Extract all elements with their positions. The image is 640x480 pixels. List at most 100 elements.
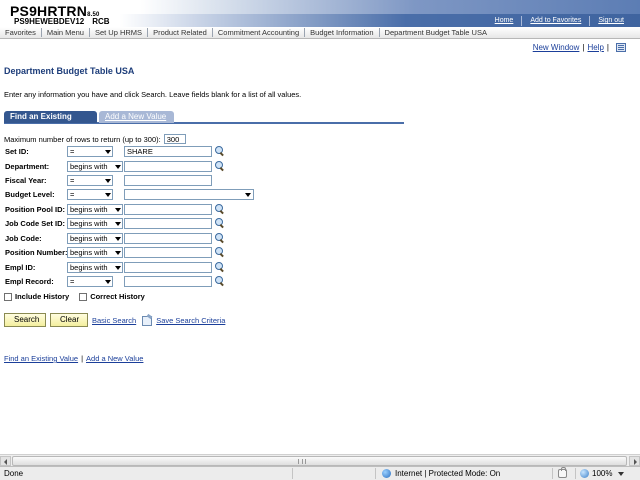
chevron-down-icon	[105, 193, 111, 197]
position-number-lookup-icon[interactable]	[215, 247, 225, 257]
field-row-department: Department: begins with	[4, 161, 274, 173]
chevron-down-icon	[618, 471, 625, 476]
home-link[interactable]: Home	[487, 16, 522, 26]
department-lookup-icon[interactable]	[215, 161, 225, 171]
sign-out-link[interactable]: Sign out	[589, 16, 632, 26]
department-operator-select[interactable]: begins with	[67, 161, 123, 172]
budget-level-operator-select[interactable]: =	[67, 189, 113, 200]
personalize-page-icon[interactable]	[616, 43, 626, 52]
field-row-position-number: Position Number: begins with	[4, 247, 274, 259]
clear-button[interactable]: Clear	[50, 313, 88, 327]
job-code-setid-label: Job Code Set ID:	[5, 219, 66, 228]
link-separator: |	[606, 43, 609, 52]
menu-department-budget-table[interactable]: Department Budget Table USA	[380, 28, 492, 37]
job-code-input[interactable]	[124, 233, 212, 244]
empl-id-operator-value: begins with	[70, 263, 108, 272]
position-pool-id-input[interactable]	[124, 204, 212, 215]
job-code-label: Job Code:	[5, 234, 42, 243]
department-input[interactable]	[124, 161, 212, 172]
search-button[interactable]: Search	[4, 313, 46, 327]
include-history-checkbox[interactable]	[4, 292, 12, 301]
fiscal-year-operator-select[interactable]: =	[67, 175, 113, 186]
include-history-option: Include History	[4, 292, 69, 301]
job-code-setid-lookup-icon[interactable]	[215, 218, 225, 228]
setid-input[interactable]: SHARE	[124, 146, 212, 157]
position-pool-id-lookup-icon[interactable]	[215, 204, 225, 214]
max-rows-row: Maximum number of rows to return (up to …	[4, 134, 186, 144]
chevron-down-icon	[245, 193, 251, 197]
empl-record-operator-value: =	[70, 277, 75, 286]
empl-id-label: Empl ID:	[5, 263, 36, 272]
empl-id-lookup-icon[interactable]	[215, 262, 225, 272]
correct-history-checkbox[interactable]	[79, 292, 88, 301]
empl-record-lookup-icon[interactable]	[215, 276, 225, 286]
setid-operator-select[interactable]: =	[67, 146, 113, 157]
department-label: Department:	[5, 162, 50, 171]
setid-lookup-icon[interactable]	[215, 146, 225, 156]
job-code-setid-operator-select[interactable]: begins with	[67, 218, 123, 229]
new-window-link[interactable]: New Window	[533, 43, 580, 52]
max-rows-input[interactable]	[163, 134, 186, 144]
scroll-right-icon[interactable]	[629, 456, 640, 466]
chevron-down-icon	[115, 266, 121, 270]
lock-icon	[558, 467, 567, 478]
menu-favorites[interactable]: Favorites	[0, 28, 41, 37]
status-divider	[292, 468, 293, 479]
budget-level-label: Budget Level:	[5, 190, 55, 199]
budget-level-operator-value: =	[70, 190, 75, 199]
fiscal-year-operator-value: =	[70, 176, 75, 185]
chevron-down-icon	[115, 222, 121, 226]
empl-record-input[interactable]	[124, 276, 212, 287]
menu-main-menu[interactable]: Main Menu	[42, 28, 89, 37]
job-code-setid-input[interactable]	[124, 218, 212, 229]
header-links: Home Add to Favorites Sign out	[487, 16, 632, 26]
scroll-left-icon[interactable]	[0, 456, 11, 466]
position-number-operator-value: begins with	[70, 248, 108, 257]
budget-level-select[interactable]	[124, 189, 254, 200]
setid-operator-value: =	[70, 147, 75, 156]
field-row-job-code-setid: Job Code Set ID: begins with	[4, 218, 274, 230]
menu-set-up-hrms[interactable]: Set Up HRMS	[90, 28, 147, 37]
grip-icon	[298, 459, 306, 464]
save-search-criteria-link[interactable]: Save Search Criteria	[156, 316, 225, 325]
bottom-links: Find an Existing Value | Add a New Value	[4, 354, 143, 363]
empl-record-operator-select[interactable]: =	[67, 276, 113, 287]
job-code-setid-operator-value: begins with	[70, 219, 108, 228]
field-row-empl-record: Empl Record: =	[4, 276, 274, 288]
save-search-icon[interactable]	[142, 315, 153, 326]
instructions-text: Enter any information you have and click…	[4, 90, 302, 99]
find-existing-value-link[interactable]: Find an Existing Value	[4, 354, 78, 363]
setid-label: Set ID:	[5, 147, 29, 156]
menu-budget-information[interactable]: Budget Information	[305, 28, 378, 37]
empl-id-operator-select[interactable]: begins with	[67, 262, 123, 273]
status-text: Done	[4, 469, 24, 478]
include-history-label: Include History	[15, 292, 70, 301]
zoom-control[interactable]: 100%	[580, 469, 625, 478]
position-pool-id-operator-select[interactable]: begins with	[67, 204, 123, 215]
job-code-lookup-icon[interactable]	[215, 233, 225, 243]
position-number-label: Position Number:	[5, 248, 68, 257]
position-number-input[interactable]	[124, 247, 212, 258]
tab-find-existing-value[interactable]: Find an Existing Value	[4, 111, 97, 133]
fiscal-year-input[interactable]	[124, 175, 212, 186]
security-zone[interactable]: Internet | Protected Mode: On	[382, 469, 500, 478]
scrollbar-thumb[interactable]	[12, 456, 627, 466]
empl-record-label: Empl Record:	[5, 277, 54, 286]
help-link[interactable]: Help	[587, 43, 603, 52]
menu-commitment-accounting[interactable]: Commitment Accounting	[213, 28, 304, 37]
zoom-icon	[580, 469, 589, 478]
field-row-budget-level: Budget Level: =	[4, 189, 274, 201]
empl-id-input[interactable]	[124, 262, 212, 273]
search-actions: Search Clear Basic Search Save Search Cr…	[4, 313, 225, 327]
menu-product-related[interactable]: Product Related	[148, 28, 212, 37]
position-number-operator-select[interactable]: begins with	[67, 247, 123, 258]
add-to-favorites-link[interactable]: Add to Favorites	[521, 16, 589, 26]
tab-add-new-value[interactable]: Add a New Value	[99, 111, 174, 123]
job-code-operator-value: begins with	[70, 234, 108, 243]
basic-search-link[interactable]: Basic Search	[92, 316, 136, 325]
position-pool-id-label: Position Pool ID:	[5, 205, 65, 214]
fiscal-year-label: Fiscal Year:	[5, 176, 47, 185]
horizontal-scrollbar[interactable]	[0, 454, 640, 466]
job-code-operator-select[interactable]: begins with	[67, 233, 123, 244]
add-new-value-link[interactable]: Add a New Value	[86, 354, 143, 363]
